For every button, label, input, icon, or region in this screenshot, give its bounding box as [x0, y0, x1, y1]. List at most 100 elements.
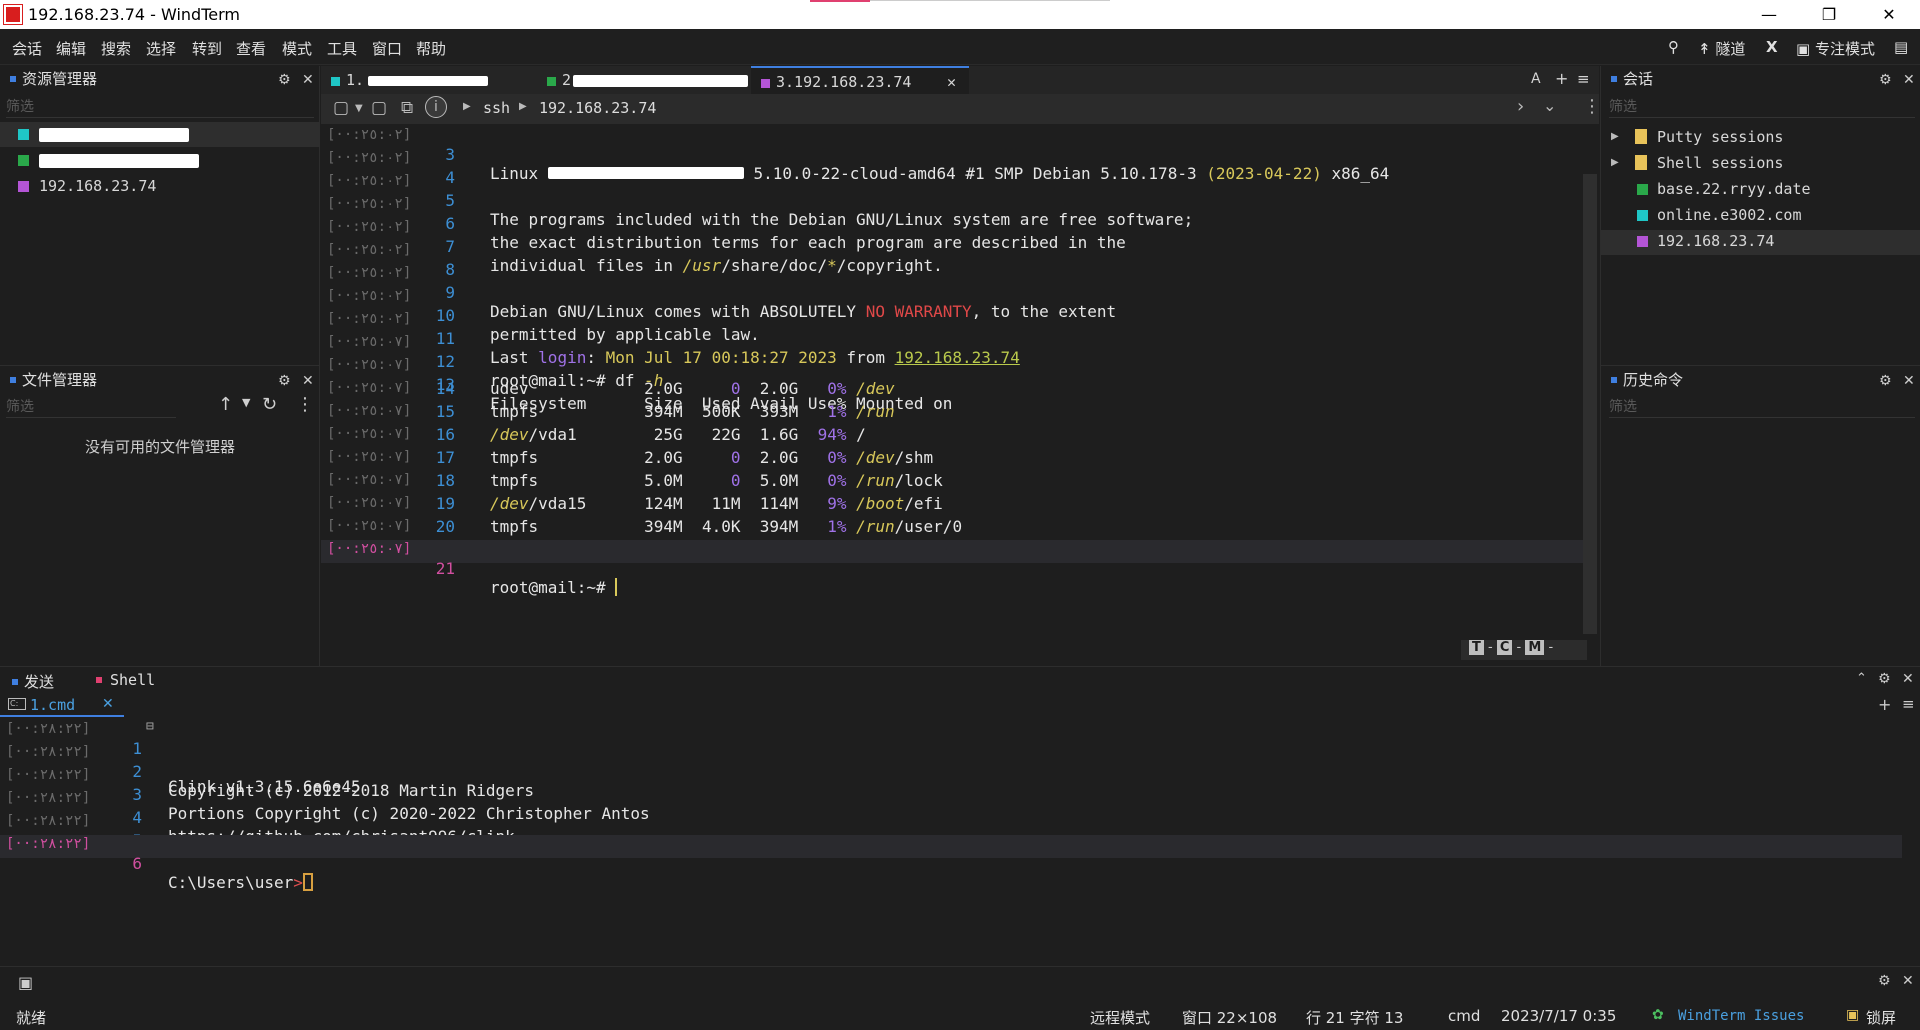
- menu-icon[interactable]: ≡: [1902, 695, 1915, 713]
- status-issues-link[interactable]: WindTerm Issues: [1678, 1008, 1804, 1024]
- session-group[interactable]: ▶ Putty sessions: [1601, 126, 1920, 151]
- terminal-scrollbar[interactable]: [1583, 174, 1597, 634]
- gear-icon[interactable]: ⚙: [1878, 973, 1891, 989]
- close-icon[interactable]: ✕: [1903, 72, 1915, 88]
- shell-line: [··:٢٨:٢٢] 2 Copyright (c) 2012-2018 Mart…: [0, 743, 1900, 800]
- focus-mode-button[interactable]: ▣ 专注模式: [1796, 38, 1875, 59]
- restore-button[interactable]: ❐: [1800, 0, 1858, 29]
- terminal-output[interactable]: [··:٢٥:٠٢] 3 Linux 5.10.0-22-cloud-amd64 …: [321, 126, 1583, 597]
- shell-line: [··:٢٨:٢٢]4 https://github.com/chrisant9…: [0, 789, 1900, 846]
- menu-window[interactable]: 窗口: [372, 38, 402, 59]
- font-button[interactable]: A: [1531, 71, 1541, 87]
- gear-icon[interactable]: ⚙: [278, 373, 291, 389]
- tab-send[interactable]: 发送: [4, 671, 54, 692]
- panel-toggle-icon[interactable]: ▣: [18, 973, 33, 992]
- chevron-up-icon[interactable]: ⌃: [1856, 671, 1867, 686]
- session-color-icon: [1637, 210, 1648, 221]
- menu-search[interactable]: 搜索: [101, 38, 131, 59]
- close-icon[interactable]: ✕: [1902, 973, 1914, 989]
- search-icon[interactable]: ⚲: [1668, 38, 1679, 56]
- close-icon[interactable]: ✕: [302, 72, 314, 88]
- line-timestamp: [··:٢٥:٠٢]: [327, 311, 412, 327]
- status-remote-mode[interactable]: 远程模式: [1090, 1007, 1150, 1028]
- file-filter-input[interactable]: 筛选: [6, 396, 176, 418]
- refresh-icon[interactable]: ↻: [262, 394, 277, 415]
- shell-current-line[interactable]: [··:٢٨:٢٢] 6 C:\Users\user>: [0, 835, 1902, 892]
- session-item[interactable]: base.22.rryy.date: [1601, 178, 1920, 203]
- terminal-line: [··:٢٥:٠٢] 6 the exact distribution terms…: [321, 195, 1583, 252]
- redacted-tab: [573, 74, 749, 87]
- menu-goto[interactable]: 转到: [192, 38, 222, 59]
- menu-help[interactable]: 帮助: [416, 38, 446, 59]
- tab-session-2[interactable]: 2: [547, 66, 777, 94]
- tab-shell[interactable]: Shell: [92, 671, 155, 689]
- status-shell[interactable]: cmd: [1448, 1007, 1480, 1025]
- tab-shell-label: Shell: [110, 671, 156, 689]
- fold-icon[interactable]: ⊟: [146, 719, 154, 734]
- gear-icon[interactable]: ⚙: [1878, 671, 1891, 687]
- status-lock[interactable]: 锁屏: [1866, 1007, 1896, 1028]
- close-icon[interactable]: ✕: [1903, 373, 1915, 389]
- explorer-item[interactable]: 192.168.23.74: [0, 174, 320, 199]
- tab-session-3[interactable]: 3.192.168.23.74 ✕: [751, 66, 969, 94]
- minimize-button[interactable]: —: [1740, 0, 1798, 29]
- history-header: 历史命令 ⚙ ✕: [1601, 369, 1920, 395]
- line-number: 18: [435, 471, 455, 490]
- info-icon[interactable]: i: [425, 96, 447, 118]
- tab-menu-button[interactable]: ≡: [1577, 70, 1590, 88]
- session-color-icon: [18, 181, 29, 192]
- gear-icon[interactable]: ⚙: [278, 72, 291, 88]
- open-icon[interactable]: ▢: [371, 98, 387, 118]
- explorer-item[interactable]: [0, 122, 320, 147]
- up-arrow-icon[interactable]: ↑: [218, 394, 233, 415]
- close-icon[interactable]: ✕: [1902, 671, 1914, 687]
- terminal-line: [··:٢٥:٠٢] 9 Debian GNU/Linux comes with …: [321, 264, 1583, 321]
- new-session-icon[interactable]: ▢: [333, 98, 349, 118]
- history-filter-input[interactable]: 筛选: [1609, 396, 1915, 418]
- tunnel-button[interactable]: ↟ 隧道: [1698, 38, 1745, 59]
- line-timestamp: [··:٢٥:٠٧]: [327, 541, 412, 557]
- chevron-down-icon[interactable]: ▼: [355, 103, 363, 114]
- gear-icon[interactable]: ⚙: [1879, 72, 1892, 88]
- gear-icon[interactable]: ⚙: [1879, 373, 1892, 389]
- close-icon[interactable]: ✕: [102, 696, 114, 712]
- close-icon[interactable]: ✕: [302, 373, 314, 389]
- menu-mode[interactable]: 模式: [282, 38, 312, 59]
- explorer-item[interactable]: [0, 148, 320, 173]
- x-button[interactable]: X: [1766, 38, 1778, 56]
- terminal-current-line[interactable]: [··:٢٥:٠٧] 21 root@mail:~#: [321, 540, 1583, 597]
- chevron-right-icon[interactable]: ›: [1517, 96, 1524, 117]
- more-icon[interactable]: ⋮: [296, 394, 314, 415]
- menu-session[interactable]: 会话: [12, 38, 42, 59]
- breadcrumb-host[interactable]: 192.168.23.74: [539, 99, 656, 117]
- mode-m[interactable]: M: [1525, 640, 1545, 655]
- tab-session-1[interactable]: 1.: [331, 66, 501, 94]
- tab-close-icon[interactable]: ✕: [947, 73, 956, 91]
- session-item-active[interactable]: 192.168.23.74: [1601, 230, 1920, 255]
- menu-select[interactable]: 选择: [146, 38, 176, 59]
- explorer-filter-input[interactable]: 筛选: [6, 96, 314, 118]
- menu-edit[interactable]: 编辑: [56, 38, 86, 59]
- menu-view[interactable]: 查看: [236, 38, 266, 59]
- cmd-file-tab[interactable]: C: 1.cmd ✕: [0, 695, 124, 717]
- status-window-size[interactable]: 窗口 22×108: [1182, 1007, 1277, 1028]
- status-position[interactable]: 行 21 字符 13: [1306, 1007, 1403, 1028]
- session-item[interactable]: online.e3002.com: [1601, 204, 1920, 229]
- sessions-filter-input[interactable]: 筛选: [1609, 96, 1915, 118]
- duplicate-icon[interactable]: ⧉: [401, 98, 413, 118]
- session-group[interactable]: ▶ Shell sessions: [1601, 152, 1920, 177]
- more-icon[interactable]: ⋮: [1583, 96, 1601, 117]
- chevron-down-icon[interactable]: ⌄: [1543, 96, 1556, 115]
- mode-t[interactable]: T: [1469, 640, 1484, 655]
- mode-c[interactable]: C: [1496, 640, 1513, 655]
- terminal-line: [··:٢٥:٠٢] 11 Last login: Mon Jul 17 00:1…: [321, 310, 1583, 367]
- layout-icon[interactable]: ▤: [1894, 38, 1908, 56]
- line-number: 16: [435, 425, 455, 444]
- session-item-label: 192.168.23.74: [1657, 232, 1775, 250]
- add-tab-button[interactable]: +: [1555, 69, 1568, 88]
- breadcrumb-protocol[interactable]: ssh: [483, 99, 510, 117]
- add-icon[interactable]: +: [1878, 695, 1891, 714]
- menu-tools[interactable]: 工具: [327, 38, 357, 59]
- close-window-button[interactable]: ✕: [1860, 0, 1918, 29]
- chevron-down-icon[interactable]: ▼: [242, 396, 250, 409]
